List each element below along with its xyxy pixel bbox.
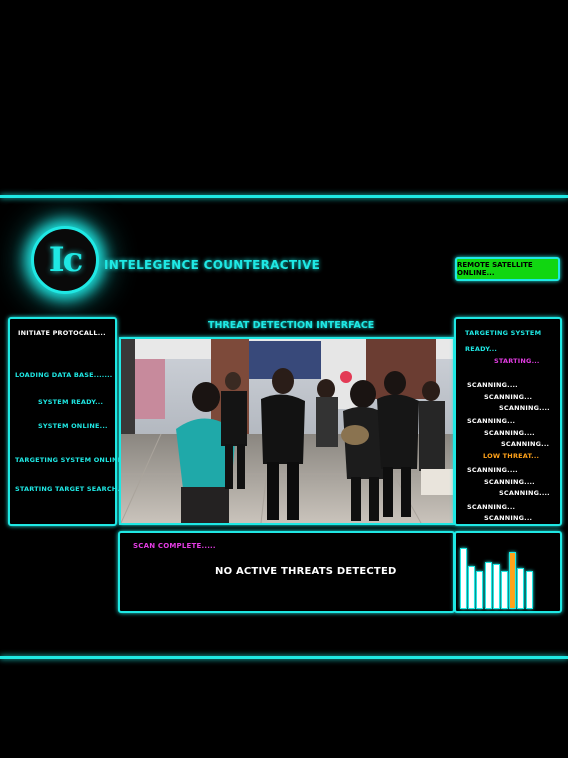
right-status-panel: TARGETING SYSTEM READY... STARTING... SC… xyxy=(454,317,562,526)
scan-line: SCANNING... xyxy=(484,393,533,401)
scan-line: STARTING... xyxy=(494,357,540,365)
scan-line: SCANNING... xyxy=(484,514,533,522)
logo: Ic xyxy=(31,226,99,294)
meter-bar xyxy=(460,548,467,609)
meter-bar xyxy=(476,571,484,609)
scan-line: SCANNING.... xyxy=(499,404,550,412)
logo-text: Ic xyxy=(48,240,84,280)
scan-line: SCANNING... xyxy=(501,440,550,448)
log-line: INITIATE PROTOCALL... xyxy=(18,329,106,337)
meter-bar xyxy=(501,571,508,609)
threat-result-text: NO ACTIVE THREATS DETECTED xyxy=(215,566,397,577)
remote-satellite-button[interactable]: REMOTE SATELLITE ONLINE... xyxy=(455,257,560,281)
meter-bar xyxy=(525,571,533,609)
interface-title: THREAT DETECTION INTERFACE xyxy=(208,320,375,331)
meter-bar xyxy=(509,552,517,609)
log-line: SYSTEM READY... xyxy=(38,398,104,406)
scan-line: SCANNING... xyxy=(467,417,516,425)
scan-status-panel: SCAN COMPLETE..... NO ACTIVE THREATS DET… xyxy=(118,531,455,613)
brand-title: INTELEGENCE COUNTERACTIVE xyxy=(104,258,321,272)
scan-line: SCANNING.... xyxy=(499,489,550,497)
scan-line: SCANNING.... xyxy=(484,478,535,486)
signal-meter xyxy=(454,531,562,613)
scan-line: READY... xyxy=(465,345,498,353)
meter-bars xyxy=(460,539,556,609)
left-status-panel: INITIATE PROTOCALL... LOADING DATA BASE.… xyxy=(8,317,133,526)
meter-bar xyxy=(517,568,525,609)
meter-bar xyxy=(492,564,500,609)
scan-line: SCANNING.... xyxy=(467,381,518,389)
scan-complete-text: SCAN COMPLETE..... xyxy=(133,542,216,550)
top-divider xyxy=(0,195,568,198)
log-line: STARTING TARGET SEARCH.... xyxy=(15,485,129,493)
scan-line: TARGETING SYSTEM xyxy=(465,329,542,337)
scan-line: SCANNING... xyxy=(467,503,516,511)
scan-line: SCANNING.... xyxy=(484,429,535,437)
meter-bar xyxy=(484,562,492,609)
log-line: LOADING DATA BASE....... xyxy=(15,371,113,379)
scan-line: SCANNING.... xyxy=(467,466,518,474)
bottom-divider xyxy=(0,656,568,659)
log-line: TARGETING SYSTEM ONLINE.... xyxy=(15,456,133,464)
camera-feed-image xyxy=(121,339,453,523)
threat-line: LOW THREAT... xyxy=(483,452,540,460)
camera-feed xyxy=(119,337,455,525)
log-line: SYSTEM ONLINE... xyxy=(38,422,108,430)
meter-bar xyxy=(468,566,476,609)
